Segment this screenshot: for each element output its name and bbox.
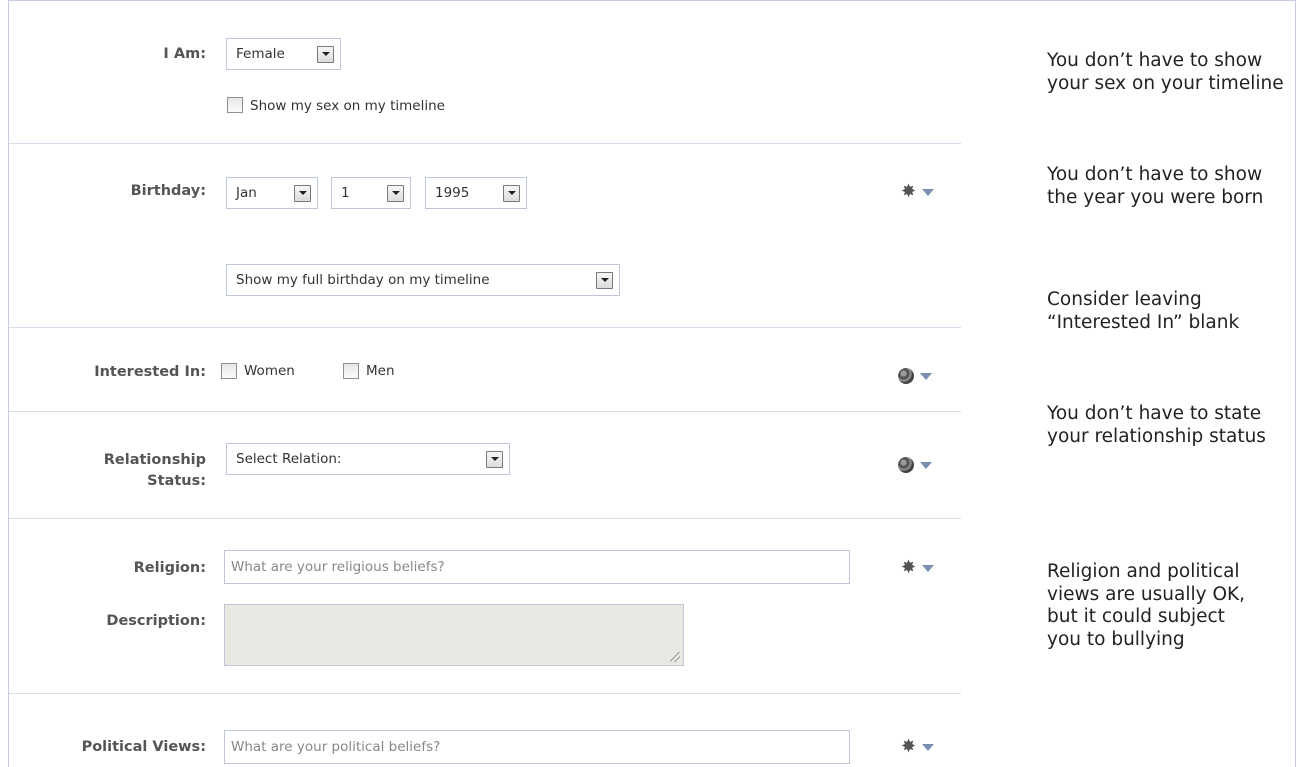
resize-grip-icon[interactable] [670, 652, 680, 662]
religion-description-textarea[interactable] [224, 604, 684, 666]
divider [9, 693, 961, 694]
birthday-day-select[interactable]: 1 [331, 177, 411, 209]
tip-relationship: You don’t have to state your relationshi… [1047, 403, 1266, 447]
political-privacy-button[interactable]: ✸ [901, 736, 935, 757]
tip-birthday: You don’t have to show the year you were… [1047, 164, 1264, 208]
interested-women-checkbox[interactable] [221, 363, 237, 379]
sex-select-value: Female [236, 46, 285, 62]
relationship-privacy-button[interactable] [898, 455, 932, 475]
gear-icon: ✸ [901, 736, 917, 757]
relationship-label-line1: Relationship [103, 452, 206, 468]
interested-women-label: Women [244, 363, 295, 379]
tip-interested-in: Consider leaving “Interested In” blank [1047, 289, 1240, 333]
birthday-visibility-select[interactable]: Show my full birthday on my timeline [226, 264, 620, 296]
religion-label: Religion: [133, 560, 206, 576]
interested-men-checkbox[interactable] [343, 363, 359, 379]
political-views-input[interactable]: What are your political beliefs? [224, 730, 850, 764]
caret-down-icon [920, 461, 932, 469]
i-am-label: I Am: [163, 46, 206, 62]
birthday-year-value: 1995 [435, 185, 470, 201]
interested-in-label: Interested In: [94, 364, 206, 380]
chevron-down-icon [596, 271, 613, 289]
political-views-label: Political Views: [81, 739, 206, 755]
divider [9, 327, 961, 328]
divider [9, 143, 961, 144]
chevron-down-icon [486, 450, 503, 468]
relationship-label-line2: Status: [147, 473, 206, 489]
birthday-visibility-value: Show my full birthday on my timeline [236, 272, 490, 288]
show-sex-checkbox[interactable] [227, 97, 243, 113]
chevron-down-icon [317, 45, 334, 63]
sex-select[interactable]: Female [226, 38, 341, 70]
relationship-select-value: Select Relation: [236, 451, 342, 467]
interested-privacy-button[interactable] [898, 366, 932, 386]
globe-icon [898, 457, 914, 473]
divider [9, 411, 961, 412]
caret-down-icon [922, 743, 935, 751]
chevron-down-icon [387, 184, 404, 202]
tip-sex: You don’t have to show your sex on your … [1047, 50, 1284, 94]
religion-privacy-button[interactable]: ✸ [901, 557, 935, 578]
divider [9, 518, 961, 519]
tip-religion-politics: Religion and political views are usually… [1047, 561, 1246, 650]
relationship-select[interactable]: Select Relation: [226, 443, 510, 475]
caret-down-icon [922, 188, 935, 196]
birthday-month-value: Jan [236, 185, 257, 201]
caret-down-icon [922, 564, 935, 572]
caret-down-icon [920, 372, 932, 380]
birthday-label: Birthday: [130, 183, 206, 199]
chevron-down-icon [294, 184, 311, 202]
show-sex-label: Show my sex on my timeline [250, 98, 445, 114]
birthday-day-value: 1 [341, 185, 350, 201]
birthday-privacy-button[interactable]: ✸ [901, 181, 935, 202]
gear-icon: ✸ [901, 557, 917, 578]
birthday-month-select[interactable]: Jan [226, 177, 318, 209]
interested-men-label: Men [366, 363, 395, 379]
birthday-year-select[interactable]: 1995 [425, 177, 527, 209]
globe-icon [898, 368, 914, 384]
religion-input[interactable]: What are your religious beliefs? [224, 550, 850, 584]
gear-icon: ✸ [901, 181, 917, 202]
chevron-down-icon [503, 184, 520, 202]
description-label: Description: [106, 613, 206, 629]
